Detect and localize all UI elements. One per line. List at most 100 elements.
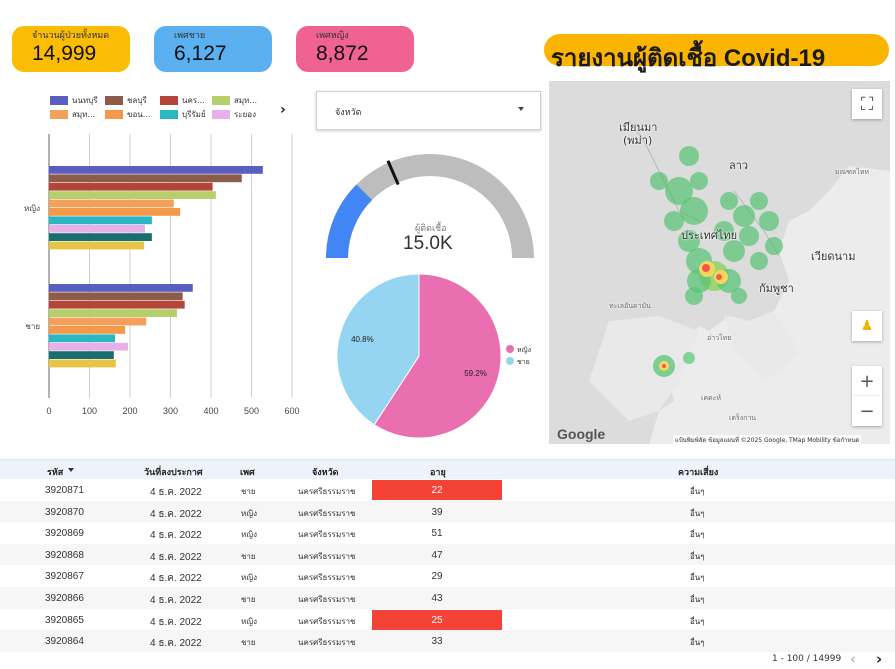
bar[interactable] (49, 182, 213, 191)
legend-label: ขอน... (127, 110, 151, 119)
prev-page-button[interactable]: ‹ (850, 650, 856, 668)
cell-id: 3920870 (45, 506, 84, 518)
legend-swatch (105, 96, 123, 105)
google-logo: Google (557, 426, 606, 442)
bar[interactable] (49, 199, 174, 208)
cell-sex: หญิง (241, 508, 257, 518)
cell-age: 47 (431, 549, 443, 561)
bar[interactable] (49, 317, 147, 326)
map-label-sea: ทะเลอันดามัน (609, 302, 651, 310)
street-view-button[interactable]: ♟ (852, 311, 882, 341)
col-header-province[interactable]: จังหวัด (312, 465, 339, 479)
bar[interactable] (49, 191, 216, 199)
cell-age: 39 (431, 506, 443, 518)
cell-id: 3920871 (45, 485, 84, 496)
bar-legend-item: บุรีรัมย์ (160, 108, 206, 121)
kpi-male-value: 6,127 (174, 42, 227, 65)
col-header-id[interactable]: รหัส (47, 465, 63, 479)
cell-id: 3920868 (45, 549, 84, 561)
cell-id: 3920867 (45, 571, 84, 583)
cell-age: 51 (431, 528, 443, 540)
bar-legend-item: ระยอง (212, 108, 256, 121)
fullscreen-button[interactable]: ⛶ (852, 89, 882, 119)
table-row[interactable]: 3920868 4 ธ.ค. 2022 ชาย นครศรีธรรมราช 47 อื่น… (0, 543, 895, 566)
table-row[interactable]: 3920869 4 ธ.ค. 2022 หญิง นครศรีธรรมราช 51 อื่… (0, 522, 895, 544)
col-header-risk[interactable]: ความเสี่ยง (678, 465, 718, 479)
legend-label: ชลบุรี (127, 96, 147, 105)
cell-province: นครศรีธรรมราช (298, 573, 356, 583)
cell-sex: หญิง (241, 530, 257, 540)
table-row[interactable]: 3920867 4 ธ.ค. 2022 หญิง นครศรีธรรมราช 29 อื่… (0, 565, 895, 587)
legend-swatch (212, 96, 230, 105)
x-tick-label: 200 (122, 406, 137, 416)
legend-label: บุรีรัมย์ (182, 110, 206, 119)
cell-province: นครศรีธรรมราช (298, 551, 356, 561)
legend-label: สมุท... (72, 110, 96, 119)
pie-legend-swatch (506, 345, 514, 353)
cell-date: 4 ธ.ค. 2022 (150, 638, 202, 650)
zoom-in-button[interactable]: + (852, 366, 882, 396)
col-header-date[interactable]: วันที่ลงประกาศ (144, 465, 203, 479)
legend-label: นนทบุรี (72, 96, 98, 105)
bar[interactable] (49, 309, 177, 317)
bar[interactable] (49, 326, 126, 334)
cell-risk: อื่นๆ (690, 508, 705, 518)
province-dropdown[interactable]: จังหวัด (316, 91, 541, 130)
table-row[interactable]: 3920866 4 ธ.ค. 2022 ชาย นครศรีธรรมราช 43 อื่น… (0, 586, 895, 609)
map-label-cambodia: กัมพูชา (759, 282, 794, 295)
cell-sex: ชาย (241, 594, 256, 604)
cell-date: 4 ธ.ค. 2022 (150, 616, 202, 628)
cell-date: 4 ธ.ค. 2022 (150, 573, 202, 585)
zoom-out-button[interactable]: − (852, 396, 882, 426)
pie-legend-swatch (506, 357, 514, 365)
bar[interactable] (49, 292, 183, 301)
bar[interactable] (49, 241, 145, 250)
legend-swatch (50, 110, 68, 119)
cell-risk: อื่นๆ (690, 638, 705, 648)
table-row[interactable]: 3920871 4 ธ.ค. 2022 ชาย นครศรีธรรมราช 22 อื่น… (0, 479, 895, 501)
kpi-total-value: 14,999 (32, 42, 97, 65)
bar[interactable] (49, 300, 185, 309)
cell-province: นครศรีธรรมราช (298, 616, 356, 626)
bar[interactable] (49, 208, 181, 216)
bar[interactable] (49, 359, 116, 368)
legend-next-button[interactable]: › (280, 102, 286, 118)
cell-sex: หญิง (241, 616, 257, 626)
heatmap-map[interactable]: ⛶ ♟ + − เมียนมา (พม่า) ลาว ประเทศไทย เวี… (549, 81, 890, 444)
cell-date: 4 ธ.ค. 2022 (150, 551, 202, 563)
bar-legend-item: สมุท... (50, 108, 95, 121)
gauge-value: 15.0K (403, 233, 453, 254)
legend-label: ระยอง (234, 110, 256, 119)
cell-age: 25 (431, 614, 443, 626)
col-header-age[interactable]: อายุ (430, 465, 446, 479)
col-header-sex[interactable]: เพศ (240, 465, 255, 479)
cell-id: 3920865 (45, 614, 84, 626)
cell-id: 3920864 (45, 636, 84, 648)
bar[interactable] (49, 351, 114, 359)
kpi-total-card: จำนวนผู้ป่วยทั้งหมด 14,999 (12, 26, 130, 72)
table-row[interactable]: 3920870 4 ธ.ค. 2022 หญิง นครศรีธรรมราช 39 อื่… (0, 500, 895, 523)
bar[interactable] (49, 174, 242, 183)
bar[interactable] (49, 284, 193, 292)
legend-swatch (160, 96, 178, 105)
x-tick-label: 300 (163, 406, 178, 416)
table-row[interactable]: 3920865 4 ธ.ค. 2022 หญิง นครศรีธรรมราช 25 อื่… (0, 609, 895, 631)
sort-desc-icon[interactable] (68, 468, 74, 472)
map-attribution[interactable]: แป้นพิมพ์ลัด ข้อมูลแผนที่ ©2025 Google, … (673, 435, 862, 444)
bar-legend-item: ขอน... (105, 108, 150, 121)
x-tick-label: 600 (284, 406, 299, 416)
bar[interactable] (49, 224, 145, 233)
bar[interactable] (49, 216, 152, 225)
bar-legend-item: นคร... (160, 94, 205, 107)
cell-age: 22 (431, 485, 443, 496)
next-page-button[interactable]: › (876, 650, 882, 668)
bar[interactable] (49, 342, 128, 351)
bar[interactable] (49, 166, 263, 174)
map-label-thailand: ประเทศไทย (681, 229, 738, 242)
bar[interactable] (49, 334, 116, 343)
bar[interactable] (49, 233, 152, 241)
fullscreen-icon: ⛶ (860, 93, 874, 115)
table-row[interactable]: 3920864 4 ธ.ค. 2022 ชาย นครศรีธรรมราช 33 อื่น… (0, 630, 895, 652)
pie-legend-label: ชาย (517, 358, 530, 366)
kpi-male-card: เพศชาย 6,127 (154, 26, 272, 72)
